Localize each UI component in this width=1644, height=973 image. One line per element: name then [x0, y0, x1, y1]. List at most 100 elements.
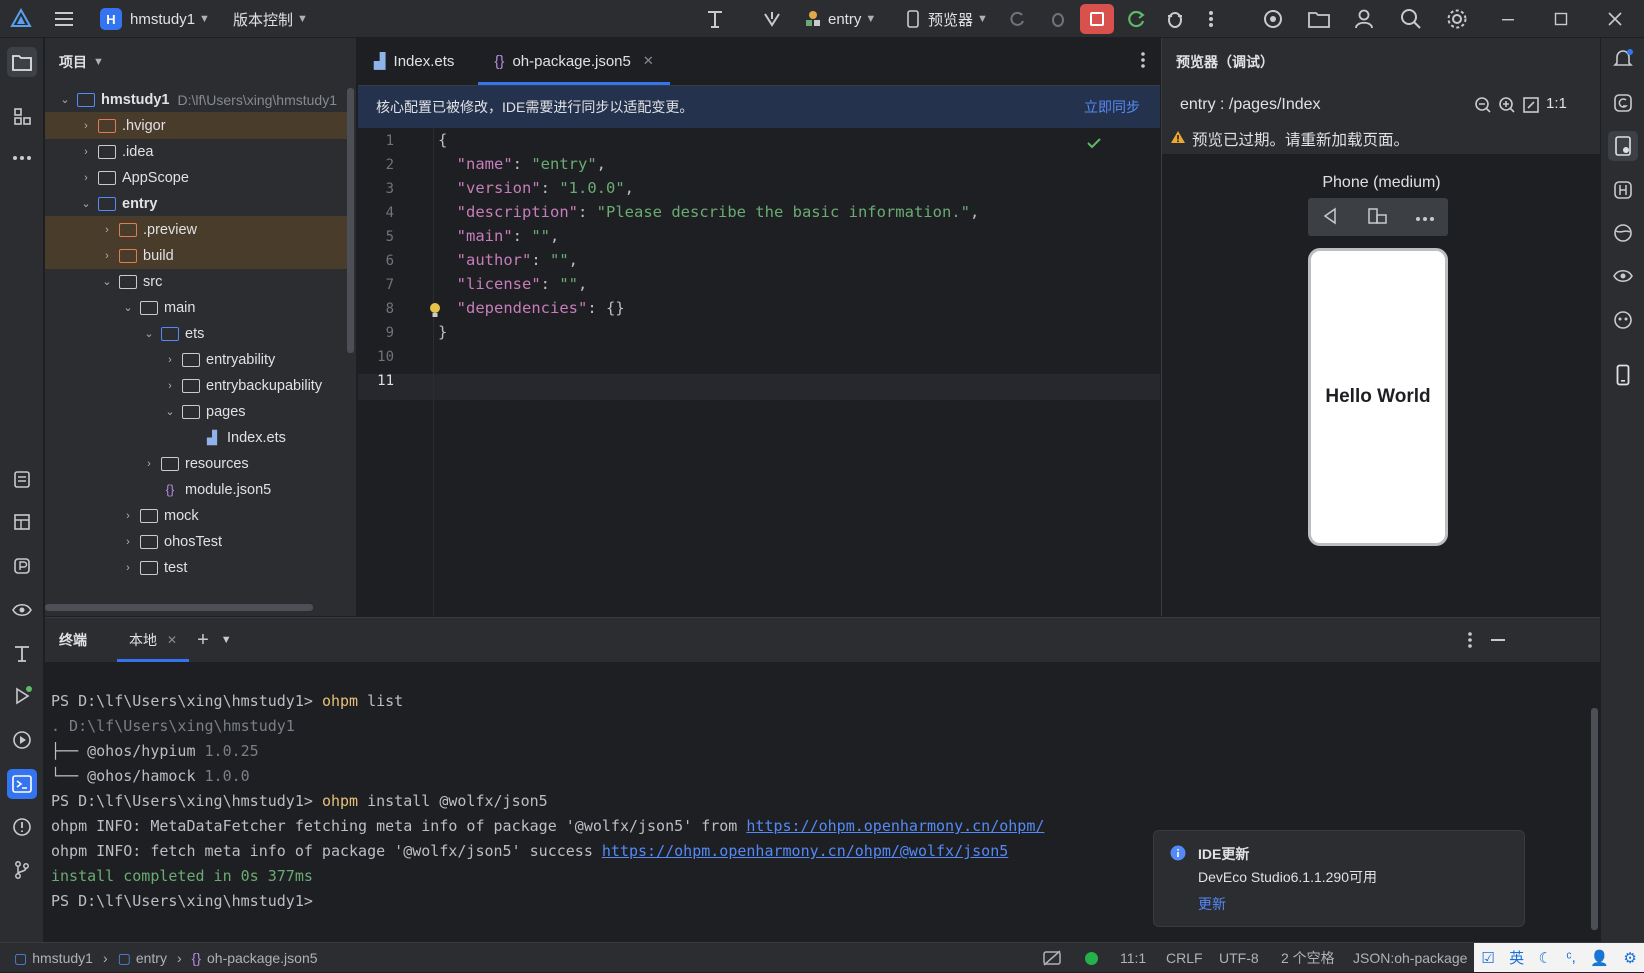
tab-more-icon[interactable]: [1140, 51, 1146, 72]
sync-now-link[interactable]: 立即同步: [1084, 97, 1140, 117]
readonly-toggle-icon[interactable]: [1042, 943, 1062, 973]
project-switcher[interactable]: H hmstudy1 ▼: [100, 0, 210, 38]
back-icon[interactable]: [1321, 207, 1339, 228]
eye-watch-icon[interactable]: [7, 595, 37, 625]
rerun-icon[interactable]: [1007, 0, 1027, 38]
tree-item-entry[interactable]: ⌄ entry: [45, 190, 347, 217]
ohpm-link[interactable]: https://ohpm.openharmony.cn/ohpm/: [746, 817, 1044, 835]
tree-root[interactable]: ⌄ hmstudy1 D:\lf\Users\xing\hmstudy1: [45, 86, 347, 113]
status-dot-icon[interactable]: [1085, 943, 1098, 973]
project-horizontal-scrollbar[interactable]: [45, 604, 313, 611]
lightbulb-icon[interactable]: [428, 301, 442, 325]
minimize-panel-icon[interactable]: [1491, 639, 1505, 641]
tab-oh-package-json5[interactable]: {} oh-package.json5 ✕: [478, 37, 671, 85]
tree-item-preview[interactable]: › .preview: [45, 216, 347, 243]
tree-item-resources[interactable]: › resources: [45, 450, 347, 477]
zoom-in-icon[interactable]: [1498, 96, 1516, 119]
vcs-menu[interactable]: 版本控制 ▼: [233, 0, 308, 38]
tree-item-entryability[interactable]: › entryability: [45, 346, 347, 373]
code-area[interactable]: 1 2 3 4 5 6 7 8 9 10 11 { "name": "entry…: [358, 128, 1160, 616]
phone-preview-screen[interactable]: Hello World: [1308, 248, 1448, 546]
terminal-tab-local[interactable]: 本地 ✕: [117, 618, 190, 662]
eye-icon[interactable]: [1608, 261, 1638, 291]
problems-icon[interactable]: [7, 812, 37, 842]
layout-inspector-icon[interactable]: [7, 507, 37, 537]
device-selector[interactable]: 预览器 ▼: [906, 0, 988, 38]
previewer-icon[interactable]: [1608, 131, 1638, 161]
tree-item-pages[interactable]: ⌄ pages: [45, 398, 347, 425]
tree-item-mock[interactable]: › mock: [45, 502, 347, 529]
device-manager-icon[interactable]: [1262, 0, 1284, 38]
project-panel-header[interactable]: 项目 ▼: [45, 38, 356, 86]
tree-item-build[interactable]: › build: [45, 242, 347, 269]
tree-item-test[interactable]: › test: [45, 554, 347, 581]
harmony-icon[interactable]: [1608, 175, 1638, 205]
main-menu-icon[interactable]: [54, 0, 74, 38]
reload-icon[interactable]: [1125, 0, 1147, 38]
git-branch-icon[interactable]: [7, 855, 37, 885]
ime-language[interactable]: 英: [1509, 947, 1524, 968]
run-icon[interactable]: [7, 681, 37, 711]
tree-item-src[interactable]: ⌄ src: [45, 268, 347, 295]
tree-item-ohostest[interactable]: › ohosTest: [45, 528, 347, 555]
app-logo-icon[interactable]: [10, 0, 32, 38]
terminal-icon[interactable]: [7, 769, 37, 799]
tree-item-index-ets[interactable]: ▟ Index.ets: [45, 424, 347, 451]
build-hammer-icon[interactable]: [704, 0, 726, 38]
user-icon[interactable]: 👤: [1590, 949, 1609, 967]
more-tools-icon[interactable]: [7, 143, 37, 173]
new-terminal-plus-icon[interactable]: +: [197, 629, 209, 652]
close-tab-icon[interactable]: ✕: [643, 53, 654, 69]
cursor-position[interactable]: 11:1: [1120, 943, 1146, 973]
terminal-more-icon[interactable]: [1467, 631, 1473, 652]
terminal-scrollbar[interactable]: [1591, 708, 1598, 930]
module-selector[interactable]: entry ▼: [803, 0, 876, 38]
breadcrumb-item[interactable]: hmstudy1: [32, 950, 93, 966]
punctuation-icon[interactable]: ᶜ,: [1566, 949, 1575, 966]
chevron-down-icon[interactable]: ▼: [221, 634, 232, 646]
tree-item-entrybackupability[interactable]: › entrybackupability: [45, 372, 347, 399]
minimize-icon[interactable]: [1500, 0, 1516, 38]
project-vertical-scrollbar[interactable]: [347, 88, 354, 353]
device-icon[interactable]: [1608, 360, 1638, 390]
ime-check-icon[interactable]: ☑: [1481, 949, 1494, 967]
attach-debugger-icon[interactable]: [1164, 0, 1186, 38]
hvigor-icon[interactable]: [762, 0, 782, 38]
maximize-icon[interactable]: [1553, 0, 1569, 38]
rotate-device-icon[interactable]: [1366, 207, 1388, 228]
breadcrumb-item[interactable]: oh-package.json5: [207, 950, 318, 966]
zoom-out-icon[interactable]: [1474, 96, 1492, 119]
tree-item-main[interactable]: ⌄ main: [45, 294, 347, 321]
robot-assistant-icon[interactable]: [1608, 305, 1638, 335]
tree-item-ets[interactable]: ⌄ ets: [45, 320, 347, 347]
search-icon[interactable]: [1400, 0, 1422, 38]
folder-icon[interactable]: [1307, 0, 1331, 38]
zoom-actual-size[interactable]: 1:1: [1546, 95, 1567, 112]
fit-screen-icon[interactable]: [1522, 96, 1540, 119]
close-tab-icon[interactable]: ✕: [167, 633, 177, 647]
update-link[interactable]: 更新: [1198, 894, 1226, 914]
tree-item-hvigor[interactable]: › .hvigor: [45, 112, 347, 139]
tree-item-idea[interactable]: › .idea: [45, 138, 347, 165]
file-encoding[interactable]: UTF-8: [1219, 943, 1259, 973]
moon-icon[interactable]: ☾: [1538, 949, 1551, 967]
tab-index-ets[interactable]: ▟ Index.ets: [358, 37, 470, 85]
file-type[interactable]: JSON:oh-package: [1353, 943, 1467, 973]
account-icon[interactable]: [1354, 0, 1374, 38]
codegenie-icon[interactable]: [1608, 88, 1638, 118]
network-icon[interactable]: [1608, 218, 1638, 248]
project-folder-icon[interactable]: [7, 47, 37, 77]
indent-setting[interactable]: 2 个空格: [1281, 943, 1335, 973]
more-icon[interactable]: [1415, 209, 1435, 225]
settings-gear-icon[interactable]: [1446, 0, 1468, 38]
services-icon[interactable]: [7, 725, 37, 755]
stop-button[interactable]: [1080, 0, 1114, 38]
ohpm-package-link[interactable]: https://ohpm.openharmony.cn/ohpm/@wolfx/…: [602, 842, 1008, 860]
notifications-bell-icon[interactable]: [1608, 44, 1638, 74]
structure-icon[interactable]: [7, 101, 37, 131]
build-icon[interactable]: [7, 638, 37, 668]
ime-settings-icon[interactable]: ⚙: [1623, 949, 1636, 967]
tree-item-appscope[interactable]: › AppScope: [45, 164, 347, 191]
line-separator[interactable]: CRLF: [1166, 943, 1203, 973]
checkmark-icon[interactable]: [1086, 136, 1102, 154]
